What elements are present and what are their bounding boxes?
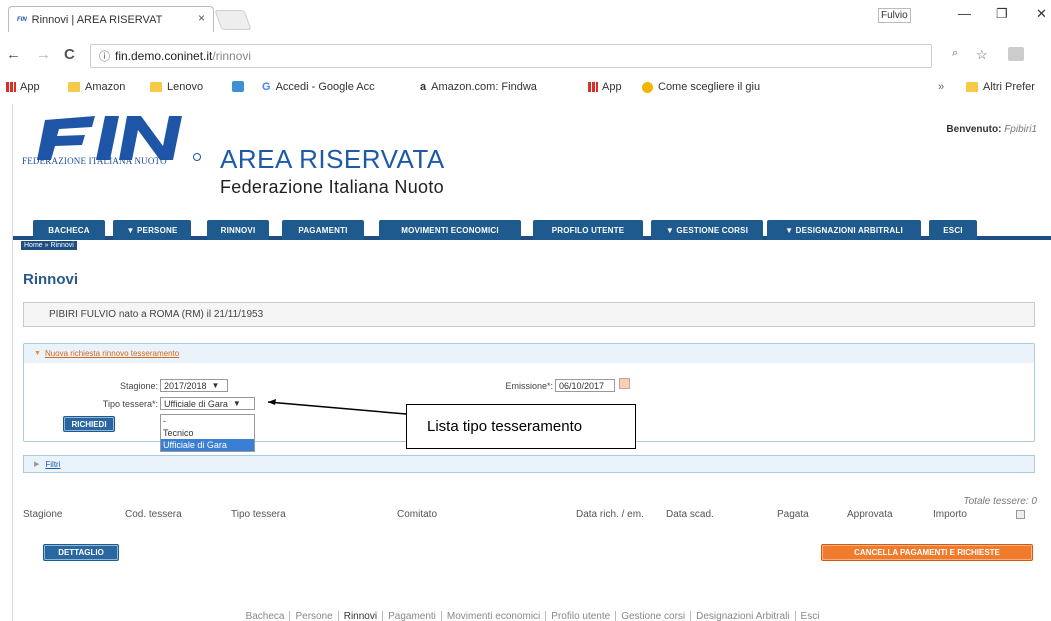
callout-connector — [267, 399, 407, 415]
callout-annotation: Lista tipo tesseramento — [406, 404, 636, 449]
